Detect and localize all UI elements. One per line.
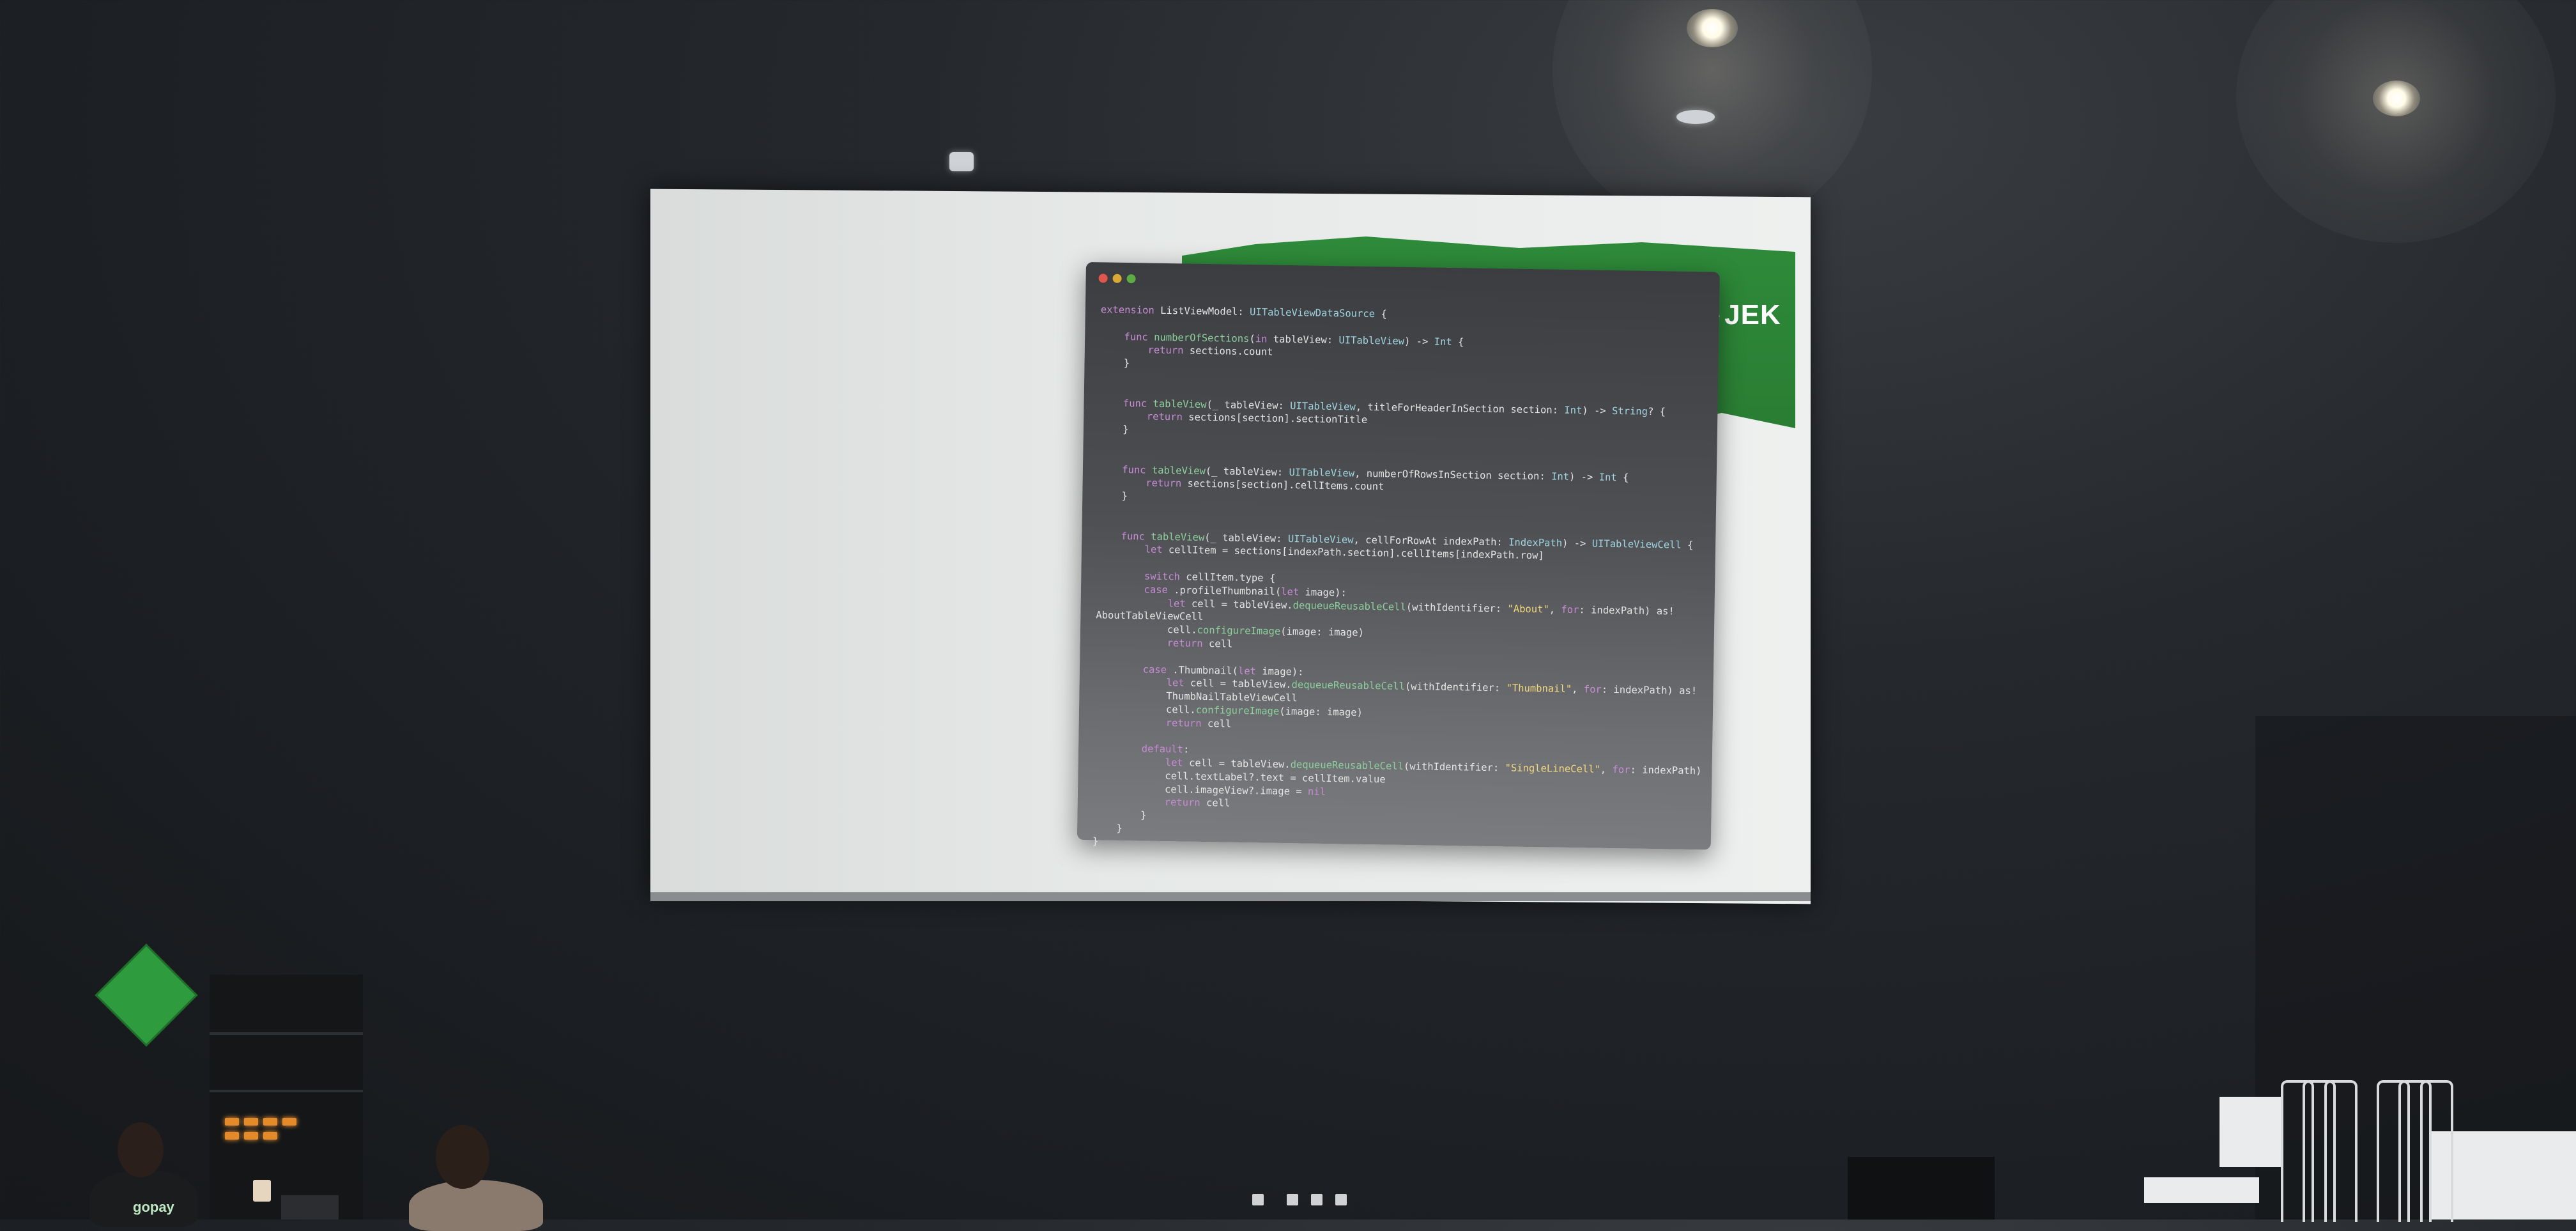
ceiling-spotlight-right bbox=[2373, 81, 2420, 116]
ceiling-smoke-detector bbox=[1676, 110, 1715, 124]
code-line: return sections.count bbox=[1100, 344, 1273, 358]
audience-member-right-body bbox=[409, 1180, 543, 1231]
code-line: default: bbox=[1094, 743, 1190, 755]
code-line: } bbox=[1092, 835, 1099, 847]
code-line: ThumbNailTableViewCell bbox=[1094, 689, 1298, 704]
close-dot-icon bbox=[1098, 274, 1107, 283]
rack-light bbox=[263, 1118, 277, 1126]
equipment-rack bbox=[210, 975, 363, 1219]
rack-light bbox=[225, 1118, 239, 1126]
wall-outlet bbox=[1252, 1194, 1264, 1205]
screen-bottom-edge bbox=[650, 892, 1811, 901]
stacked-chairs bbox=[2281, 1080, 2472, 1219]
rack-shelf bbox=[210, 1090, 363, 1092]
code-line: } bbox=[1092, 822, 1123, 834]
floor-speaker bbox=[1848, 1157, 1995, 1219]
audience-member-right-head bbox=[436, 1125, 489, 1189]
table-cup bbox=[253, 1180, 271, 1202]
code-line: return cell bbox=[1096, 636, 1233, 649]
code-line: return sections[section].sectionTitle bbox=[1099, 410, 1367, 426]
wall-outlet bbox=[1287, 1194, 1298, 1205]
code-line: extension ListViewModel: UITableViewData… bbox=[1101, 304, 1387, 320]
rack-light bbox=[282, 1118, 296, 1126]
ceiling-spotlight-glow-right bbox=[2236, 0, 2556, 243]
code-editor-window: extension ListViewModel: UITableViewData… bbox=[1077, 262, 1720, 849]
minimize-dot-icon bbox=[1112, 274, 1121, 283]
code-line: } bbox=[1098, 490, 1128, 502]
code-line: switch cellItem.type { bbox=[1096, 569, 1275, 584]
code-line: cell.imageView?.image = nil bbox=[1093, 782, 1326, 798]
chair bbox=[2324, 1080, 2358, 1222]
code-line: AboutTableViewCell bbox=[1096, 610, 1203, 623]
code-line: return cell bbox=[1094, 716, 1232, 729]
code-line: return cell bbox=[1093, 796, 1230, 809]
code-line: return sections[section].cellItems.count bbox=[1098, 477, 1384, 493]
code-line: } bbox=[1100, 357, 1130, 369]
wall-outlet bbox=[1335, 1194, 1347, 1205]
code-block: extension ListViewModel: UITableViewData… bbox=[1092, 303, 1706, 857]
laptop bbox=[281, 1195, 339, 1219]
code-line: } bbox=[1092, 809, 1146, 821]
code-line: case .profileThumbnail(let image): bbox=[1096, 583, 1347, 598]
brand-logo-text: JEK bbox=[1724, 299, 1781, 330]
rack-shelf bbox=[210, 1032, 363, 1035]
green-diamond-sign bbox=[95, 943, 197, 1046]
wall-outlet bbox=[1311, 1194, 1322, 1205]
rack-light bbox=[244, 1132, 258, 1140]
zoom-dot-icon bbox=[1126, 274, 1135, 283]
ceiling-light-fixture bbox=[949, 152, 974, 171]
code-line: } bbox=[1099, 424, 1129, 436]
audience-member-left-body bbox=[89, 1170, 198, 1227]
shirt-logo: gopay bbox=[133, 1199, 174, 1216]
rack-indicator-lights bbox=[225, 1115, 321, 1147]
rack-light bbox=[225, 1132, 239, 1140]
projector-device bbox=[2144, 1177, 2259, 1203]
slide-brand-logo: ◔JEK bbox=[1710, 299, 1781, 331]
ceiling-spotlight-left bbox=[1687, 9, 1738, 47]
audience-member-left-head bbox=[118, 1122, 164, 1177]
rack-light bbox=[263, 1132, 277, 1140]
chair bbox=[2420, 1080, 2453, 1222]
code-line: case .Thumbnail(let image): bbox=[1095, 663, 1304, 677]
storage-box bbox=[2220, 1097, 2283, 1167]
rack-light bbox=[244, 1118, 258, 1126]
